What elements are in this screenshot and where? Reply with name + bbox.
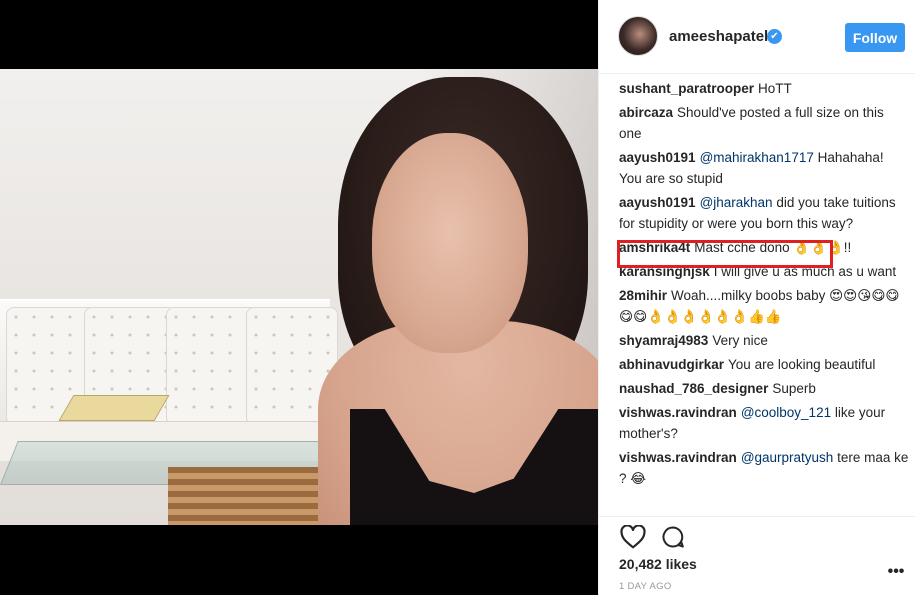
comment-item: naushad_786_designer Superb xyxy=(619,378,909,399)
comment-username[interactable]: shyamraj4983 xyxy=(619,333,708,348)
heart-icon[interactable] xyxy=(618,522,648,552)
comment-list: sushant_paratrooper HoTT abircaza Should've… xyxy=(619,78,909,510)
comment-item: abhinavudgirkar You are looking beautiful xyxy=(619,354,909,375)
like-count[interactable]: 20,482 likes xyxy=(619,556,697,572)
post-actions: 20,482 likes 1 DAY AGO ••• xyxy=(599,516,915,595)
verified-badge-icon: ✔ xyxy=(767,29,782,44)
comment-item: vishwas.ravindran @gaurpratyush tere maa … xyxy=(619,447,909,489)
comment-username[interactable]: aayush0191 xyxy=(619,195,696,210)
comment-username[interactable]: 28mihir xyxy=(619,288,667,303)
photo-sofa-cushion xyxy=(166,307,258,425)
post-photo[interactable] xyxy=(0,69,598,525)
comment-item: vishwas.ravindran @coolboy_121 like your … xyxy=(619,402,909,444)
post-header: ameeshapatel9 ✔ Follow xyxy=(599,0,915,74)
post-username[interactable]: ameeshapatel9 xyxy=(669,28,777,45)
post-timestamp: 1 DAY AGO xyxy=(619,581,672,592)
comment-mention-link[interactable]: @gaurpratyush xyxy=(741,450,834,465)
comment-item: shyamraj4983 Very nice xyxy=(619,330,909,351)
post-media xyxy=(0,0,598,595)
comment-username[interactable]: abhinavudgirkar xyxy=(619,357,724,372)
comment-mention-link[interactable]: @jharakhan xyxy=(700,195,773,210)
photo-book xyxy=(58,395,170,421)
comment-item: aayush0191 @jharakhan did you take tuitio… xyxy=(619,192,909,234)
comment-username[interactable]: abircaza xyxy=(619,105,673,120)
comment-bubble-icon[interactable] xyxy=(658,522,688,552)
comment-username[interactable]: aayush0191 xyxy=(619,150,696,165)
post-sidebar: ameeshapatel9 ✔ Follow sushant_paratroop… xyxy=(598,0,915,595)
highlight-annotation-box xyxy=(617,240,833,268)
comment-item: sushant_paratrooper HoTT xyxy=(619,78,909,99)
comment-text: Very nice xyxy=(712,333,768,348)
more-options-button[interactable]: ••• xyxy=(886,564,906,580)
comment-text: You are looking beautiful xyxy=(728,357,876,372)
follow-button[interactable]: Follow xyxy=(845,23,905,52)
comment-item: 28mihir Woah....milky boobs baby 😍😍😘😋😋😋😋👌… xyxy=(619,285,909,327)
photo-table-base xyxy=(168,467,328,525)
comment-username[interactable]: naushad_786_designer xyxy=(619,381,768,396)
comment-mention-link[interactable]: @coolboy_121 xyxy=(741,405,831,420)
comment-username[interactable]: sushant_paratrooper xyxy=(619,81,754,96)
comment-username[interactable]: vishwas.ravindran xyxy=(619,450,737,465)
comment-username[interactable]: vishwas.ravindran xyxy=(619,405,737,420)
photo-person-face xyxy=(372,133,528,353)
comment-item: abircaza Should've posted a full size on … xyxy=(619,102,909,144)
avatar[interactable] xyxy=(618,16,658,56)
comment-text: Superb xyxy=(772,381,816,396)
comment-mention-link[interactable]: @mahirakhan1717 xyxy=(700,150,814,165)
comment-text: HoTT xyxy=(758,81,792,96)
comment-item: aayush0191 @mahirakhan1717 Hahahaha! You … xyxy=(619,147,909,189)
